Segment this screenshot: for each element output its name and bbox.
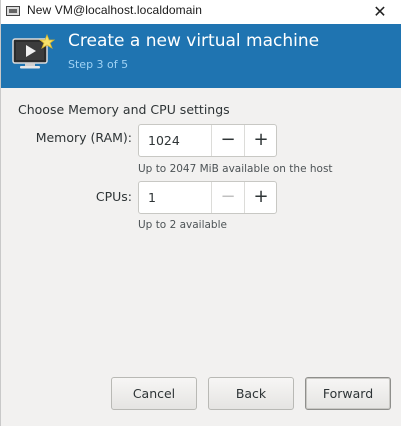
memory-decrement-button[interactable]: − bbox=[211, 125, 244, 156]
app-icon bbox=[6, 6, 20, 16]
virtual-machine-icon bbox=[12, 33, 55, 69]
cpus-spinbutton: − + bbox=[138, 181, 277, 214]
memory-label: Memory (RAM): bbox=[35, 130, 132, 145]
window-title: New VM@localhost.localdomain bbox=[27, 3, 203, 17]
cpus-increment-button[interactable]: + bbox=[244, 182, 277, 213]
dialog-window: New VM@localhost.localdomain ✕ Create a … bbox=[0, 0, 401, 426]
cancel-button[interactable]: Cancel bbox=[111, 377, 197, 410]
wizard-header: Create a new virtual machine Step 3 of 5 bbox=[1, 24, 401, 88]
wizard-title: Create a new virtual machine bbox=[68, 31, 320, 51]
title-bar[interactable]: New VM@localhost.localdomain ✕ bbox=[1, 0, 401, 25]
wizard-content: Choose Memory and CPU settings Memory (R… bbox=[1, 88, 401, 426]
wizard-step-indicator: Step 3 of 5 bbox=[68, 58, 129, 71]
cpus-label: CPUs: bbox=[95, 189, 132, 204]
memory-increment-button[interactable]: + bbox=[244, 125, 277, 156]
memory-spinbutton: − + bbox=[138, 124, 277, 157]
memory-input[interactable] bbox=[139, 125, 211, 156]
forward-button[interactable]: Forward bbox=[305, 377, 391, 410]
section-title: Choose Memory and CPU settings bbox=[18, 102, 230, 117]
cpus-input[interactable] bbox=[139, 182, 211, 213]
cpus-hint: Up to 2 available bbox=[138, 219, 227, 231]
cpus-decrement-button[interactable]: − bbox=[211, 182, 244, 213]
memory-hint: Up to 2047 MiB available on the host bbox=[138, 163, 333, 175]
back-button[interactable]: Back bbox=[208, 377, 294, 410]
close-icon[interactable]: ✕ bbox=[370, 1, 390, 23]
